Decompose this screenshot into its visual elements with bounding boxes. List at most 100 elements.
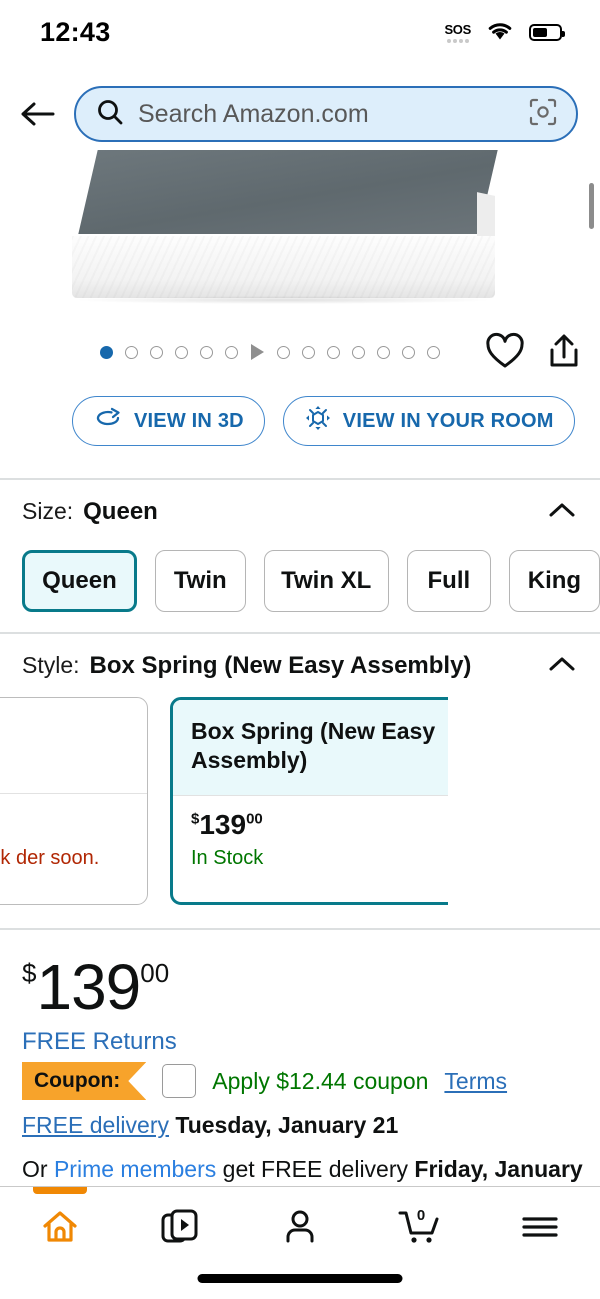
free-delivery-line: FREE delivery Tuesday, January 21 (22, 1112, 398, 1139)
status-indicators: SOS (444, 19, 565, 46)
hamburger-menu-icon (520, 1212, 560, 1247)
carousel-dot[interactable] (100, 345, 113, 359)
free-delivery-date: Tuesday, January 21 (175, 1112, 399, 1138)
coupon-terms-link[interactable]: Terms (444, 1068, 507, 1095)
nav-inspire[interactable] (135, 1203, 225, 1255)
carousel-dot[interactable] (225, 345, 238, 359)
cart-icon: 0 (396, 1207, 444, 1252)
sos-label: SOS (444, 21, 471, 37)
price-currency: $ (22, 958, 37, 988)
coupon-row: Coupon: Apply $12.44 coupon Terms (22, 1062, 507, 1100)
size-option-twin[interactable]: Twin (154, 550, 246, 612)
home-icon (39, 1208, 81, 1251)
divider (0, 478, 600, 480)
battery-icon (529, 23, 565, 41)
nav-home[interactable] (15, 1187, 105, 1255)
nav-account[interactable] (255, 1203, 345, 1255)
prime-mid: get FREE delivery (216, 1156, 415, 1182)
size-option-label: Twin (173, 567, 227, 594)
size-option-twin-xl[interactable]: Twin XL (263, 550, 389, 612)
view-in-your-room-label: VIEW IN YOUR ROOM (342, 409, 554, 432)
style-card-price: $13900 (191, 809, 263, 840)
carousel-dot[interactable] (302, 345, 315, 359)
heart-icon[interactable] (485, 332, 525, 375)
carousel-dot[interactable] (175, 345, 188, 359)
style-card-price-whole: 139 (199, 809, 247, 840)
carousel-dot[interactable] (200, 345, 213, 359)
carousel-dot[interactable] (277, 345, 290, 359)
style-card-stock: y 18 left in stock der soon. (0, 846, 100, 869)
style-card[interactable]: l Frame 00 y 18 left in stock der soon. (0, 697, 148, 905)
price-whole: 139 (36, 951, 141, 1023)
size-option-king[interactable]: King (508, 550, 600, 612)
cart-count: 0 (417, 1207, 425, 1224)
rotate-3d-icon (93, 407, 123, 435)
carousel-dot[interactable] (402, 345, 415, 359)
size-selected-value: Queen (83, 498, 158, 525)
free-returns-link[interactable]: FREE Returns (22, 1028, 177, 1056)
carousel-dot[interactable] (427, 345, 440, 359)
style-card-body: $13900 In Stock (173, 795, 448, 902)
bottom-navigation: 0 (0, 1186, 600, 1299)
coupon-checkbox[interactable] (162, 1064, 197, 1098)
size-option-queen[interactable]: Queen (22, 550, 137, 612)
style-card-price-cents: 00 (246, 810, 263, 828)
view-in-your-room-button[interactable]: VIEW IN YOUR ROOM (282, 396, 575, 446)
size-section-header[interactable]: Size: Queen (22, 498, 158, 526)
carousel-dot[interactable] (327, 345, 340, 359)
carousel-dot[interactable] (150, 345, 163, 359)
signal-dots (446, 38, 469, 43)
view-in-3d-button[interactable]: VIEW IN 3D (72, 396, 265, 446)
size-label: Size: (22, 498, 74, 524)
prime-members-link[interactable]: Prime members (54, 1156, 216, 1182)
home-indicator-bar (197, 1274, 403, 1283)
size-option-full[interactable]: Full (406, 550, 491, 612)
size-option-label: Full (427, 567, 471, 594)
carousel-dot[interactable] (125, 345, 138, 359)
divider (0, 928, 600, 930)
product-price: $13900 (22, 950, 169, 1024)
style-options-carousel[interactable]: l Frame 00 y 18 left in stock der soon. … (0, 697, 448, 909)
search-placeholder: Search Amazon.com (138, 99, 369, 128)
size-options: Queen Twin Twin XL Full King (22, 550, 600, 612)
product-image[interactable] (0, 150, 600, 325)
coupon-apply-label: Apply $12.44 coupon (212, 1067, 429, 1094)
view-in-3d-label: VIEW IN 3D (134, 409, 244, 432)
size-option-label: Twin XL (281, 567, 372, 594)
carousel-dot[interactable] (352, 345, 365, 359)
active-tab-indicator (33, 1187, 87, 1194)
prime-delivery-date: Friday, January (414, 1156, 583, 1182)
style-selected-value: Box Spring (New Easy Assembly) (89, 652, 472, 679)
free-delivery-link[interactable]: FREE delivery (22, 1112, 169, 1138)
search-header: Search Amazon.com (0, 78, 600, 150)
style-section-header[interactable]: Style: Box Spring (New Easy Assembly) (22, 652, 471, 680)
style-label: Style: (22, 652, 80, 678)
style-card-price: 00 (0, 808, 129, 839)
inspire-video-icon (159, 1207, 201, 1252)
size-option-label: Queen (42, 567, 117, 594)
amazon-product-page: 12:43 SOS Search Amazon.com VIEW IN 3D V… (0, 0, 600, 1299)
share-icon[interactable] (547, 332, 581, 375)
status-time: 12:43 (40, 16, 111, 47)
size-chevron-up-icon[interactable] (548, 500, 575, 526)
prime-prefix: Or (22, 1156, 54, 1182)
camera-scan-icon[interactable] (528, 97, 558, 132)
search-input[interactable]: Search Amazon.com (74, 86, 578, 142)
style-card-selected[interactable]: Box Spring (New Easy Assembly) $13900 In… (170, 697, 448, 905)
play-triangle-icon[interactable] (251, 344, 264, 360)
price-cents: 00 (140, 958, 170, 988)
back-arrow-icon[interactable] (12, 88, 64, 140)
account-person-icon (280, 1207, 320, 1252)
style-chevron-up-icon[interactable] (548, 654, 575, 680)
ar-buttons: VIEW IN 3D VIEW IN YOUR ROOM (0, 396, 600, 446)
style-card-title: Box Spring (New Easy Assembly) (173, 700, 448, 795)
sos-indicator: SOS (444, 22, 471, 43)
carousel-dot[interactable] (377, 345, 390, 359)
divider (0, 632, 600, 634)
nav-menu[interactable] (495, 1203, 585, 1255)
page-scrollbar[interactable] (589, 183, 594, 229)
wifi-icon (485, 19, 515, 46)
prime-delivery-line: Or Prime members get FREE delivery Frida… (22, 1156, 583, 1183)
size-option-label: King (527, 567, 582, 594)
nav-cart[interactable]: 0 (375, 1203, 465, 1255)
